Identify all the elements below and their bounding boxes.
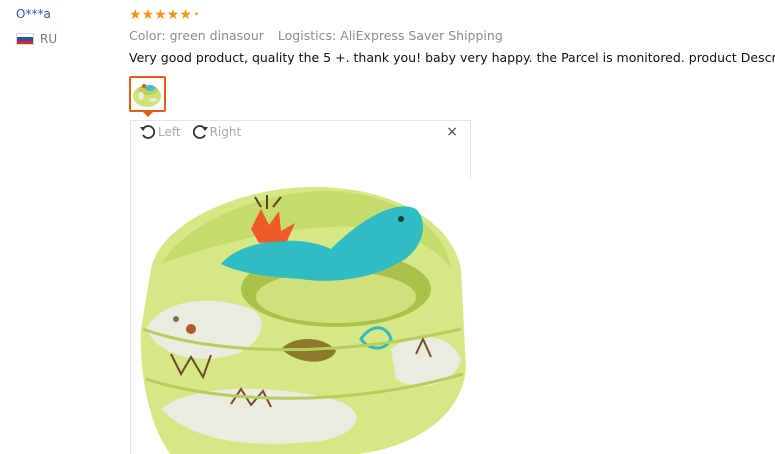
product-color: Color: green dinasour	[129, 28, 264, 43]
star-icon: ★	[179, 7, 192, 23]
logistics-info: Logistics: AliExpress Saver Shipping	[277, 28, 503, 43]
review-photo-thumbnail[interactable]	[129, 76, 166, 112]
scarf-thumbnail-image	[131, 78, 164, 110]
photo-viewer: Left Right ×	[130, 120, 472, 454]
country-code: RU	[40, 32, 58, 46]
reviewer-name: O***a	[16, 7, 51, 21]
star-icon: ★	[141, 7, 155, 23]
dinosaur-scarf-image	[131, 179, 472, 454]
rotate-right-icon	[192, 125, 208, 139]
reviewer-country: RU	[16, 32, 57, 46]
russia-flag-icon	[16, 33, 34, 45]
star-icon: ★	[166, 7, 180, 23]
viewer-toolbar: Left Right	[139, 123, 241, 141]
rotate-left-label: Left	[158, 125, 181, 139]
dot-icon: •	[193, 10, 200, 20]
rotate-right-button[interactable]: Right	[191, 123, 242, 141]
close-viewer-button[interactable]: ×	[446, 124, 458, 140]
star-icon: ★	[129, 7, 142, 23]
review-text: Very good product, quality the 5 +. than…	[129, 50, 775, 65]
rotate-left-button[interactable]: Left	[139, 123, 181, 141]
review-photo	[131, 179, 472, 454]
thumbnail-pointer	[142, 111, 154, 117]
review-meta: Color: green dinasour Logistics: AliExpr…	[129, 28, 503, 43]
rotate-left-icon	[140, 125, 156, 139]
star-rating: ★ ★ ★ ★ ★ •	[129, 7, 199, 23]
star-icon: ★	[154, 7, 167, 23]
rotate-right-label: Right	[209, 125, 242, 139]
